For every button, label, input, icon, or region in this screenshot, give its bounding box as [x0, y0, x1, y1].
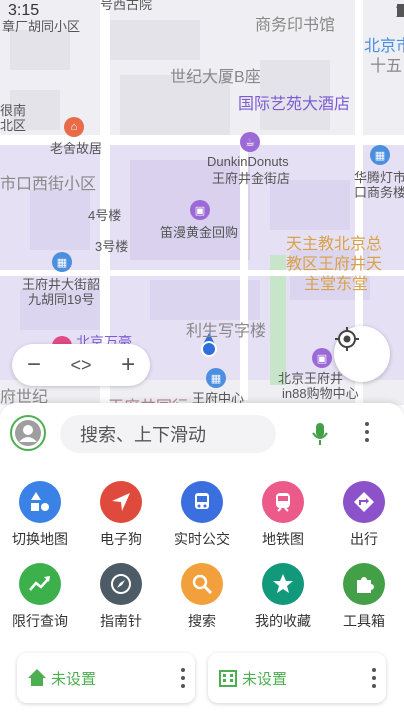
- search-input[interactable]: 搜索、上下滑动: [60, 415, 276, 453]
- map-label: 章厂胡同小区: [2, 19, 81, 34]
- work-shortcut-card[interactable]: 未设置: [208, 653, 386, 703]
- search-icon: [181, 563, 223, 605]
- bus-icon: [181, 481, 223, 523]
- home-shortcut-card[interactable]: 未设置: [17, 653, 195, 703]
- puzzle-icon: [343, 563, 385, 605]
- home-shortcut-label: 未设置: [51, 671, 97, 688]
- microphone-icon[interactable]: [310, 421, 330, 447]
- turn-icon: [343, 481, 385, 523]
- code-toggle-button[interactable]: <>: [70, 355, 91, 376]
- crosshair-icon: [335, 327, 359, 351]
- map-label: 北区: [0, 118, 27, 133]
- map-label: DunkinDonuts: [207, 154, 289, 169]
- map-label: 主堂东堂: [304, 276, 369, 293]
- tool-label: 电子狗: [100, 531, 142, 547]
- map-label: 老舍故居: [50, 141, 103, 156]
- more-options-icon[interactable]: [179, 667, 187, 689]
- tool-label: 工具箱: [343, 613, 385, 629]
- building-icon[interactable]: ▦: [52, 252, 72, 272]
- zoom-control: − <> +: [12, 344, 150, 386]
- tool-toolbox[interactable]: 工具箱: [329, 563, 399, 631]
- tool-realtime-bus[interactable]: 实时公交: [167, 481, 237, 549]
- museum-icon[interactable]: ⌂: [64, 117, 84, 137]
- tool-label: 限行查询: [12, 613, 68, 629]
- cafe-icon[interactable]: ☕: [240, 132, 260, 152]
- my-location-button[interactable]: [334, 326, 390, 382]
- building-icon[interactable]: ▦: [206, 368, 226, 388]
- tool-label: 地铁图: [262, 531, 304, 547]
- home-icon: [28, 669, 46, 686]
- zoom-out-button[interactable]: −: [27, 351, 41, 379]
- subway-icon: [262, 481, 304, 523]
- tool-label: 搜索: [188, 613, 216, 629]
- tool-subway-map[interactable]: 地铁图: [248, 481, 318, 549]
- map-label: 王府井金街店: [212, 171, 291, 186]
- map-label: 十五: [370, 58, 403, 75]
- map-label: 号西古院: [100, 0, 153, 12]
- user-icon: [15, 420, 41, 446]
- trend-icon: [19, 563, 61, 605]
- map-label: 九胡同19号: [28, 292, 95, 307]
- tool-label: 实时公交: [174, 531, 230, 547]
- map-view[interactable]: 3:15 号西古院 章厂胡同小区 商务印书馆 北京市 十五 世纪大厦B座 国际艺…: [0, 0, 404, 405]
- more-options-icon[interactable]: [370, 667, 378, 689]
- map-label: 3号楼: [95, 239, 129, 254]
- tool-restriction-query[interactable]: 限行查询: [5, 563, 75, 631]
- map-label: 商务印书馆: [255, 17, 336, 34]
- work-shortcut-label: 未设置: [242, 671, 288, 688]
- building-icon[interactable]: ▦: [370, 145, 390, 165]
- more-options-icon[interactable]: [362, 421, 372, 443]
- search-placeholder: 搜索、上下滑动: [80, 425, 206, 445]
- map-label: 市口西街小区: [0, 176, 97, 193]
- map-label: 府世纪: [0, 389, 49, 405]
- map-label: 国际艺苑大酒店: [238, 96, 351, 113]
- shopping-icon[interactable]: ▣: [312, 348, 332, 368]
- map-label: 笛漫黄金回购: [160, 225, 239, 240]
- tool-favorites[interactable]: 我的收藏: [248, 563, 318, 631]
- tool-label: 指南针: [100, 613, 142, 629]
- tool-travel[interactable]: 出行: [329, 481, 399, 549]
- tool-search[interactable]: 搜索: [167, 563, 237, 631]
- map-label: 4号楼: [88, 208, 122, 223]
- map-label: 世纪大厦B座: [170, 69, 261, 86]
- tool-label: 出行: [350, 531, 378, 547]
- tool-switch-map[interactable]: 切换地图: [5, 481, 75, 549]
- bottom-sheet[interactable]: 搜索、上下滑动 切换地图 电子狗 实时公交 地铁图 出行 限行查询 指南针 搜索…: [0, 403, 404, 720]
- zoom-in-button[interactable]: +: [121, 351, 135, 379]
- tool-e-dog[interactable]: 电子狗: [86, 481, 156, 549]
- tool-label: 切换地图: [12, 531, 68, 547]
- map-label: 口商务楼: [354, 185, 404, 200]
- map-label: in88购物中心: [282, 386, 359, 401]
- shapes-icon: [19, 481, 61, 523]
- map-label: 天主教北京总: [286, 236, 383, 253]
- search-row: 搜索、上下滑动: [0, 403, 404, 463]
- shopping-icon[interactable]: ▣: [190, 200, 210, 220]
- map-label: 利生写字楼: [186, 323, 267, 340]
- tool-compass[interactable]: 指南针: [86, 563, 156, 631]
- office-building-icon: [219, 670, 237, 687]
- star-icon: [262, 563, 304, 605]
- battery-icon: [397, 4, 404, 17]
- compass-icon: [100, 563, 142, 605]
- navigation-icon: [100, 481, 142, 523]
- tool-label: 我的收藏: [255, 613, 311, 629]
- avatar[interactable]: [10, 415, 46, 451]
- map-label: 教区王府井天: [286, 256, 383, 273]
